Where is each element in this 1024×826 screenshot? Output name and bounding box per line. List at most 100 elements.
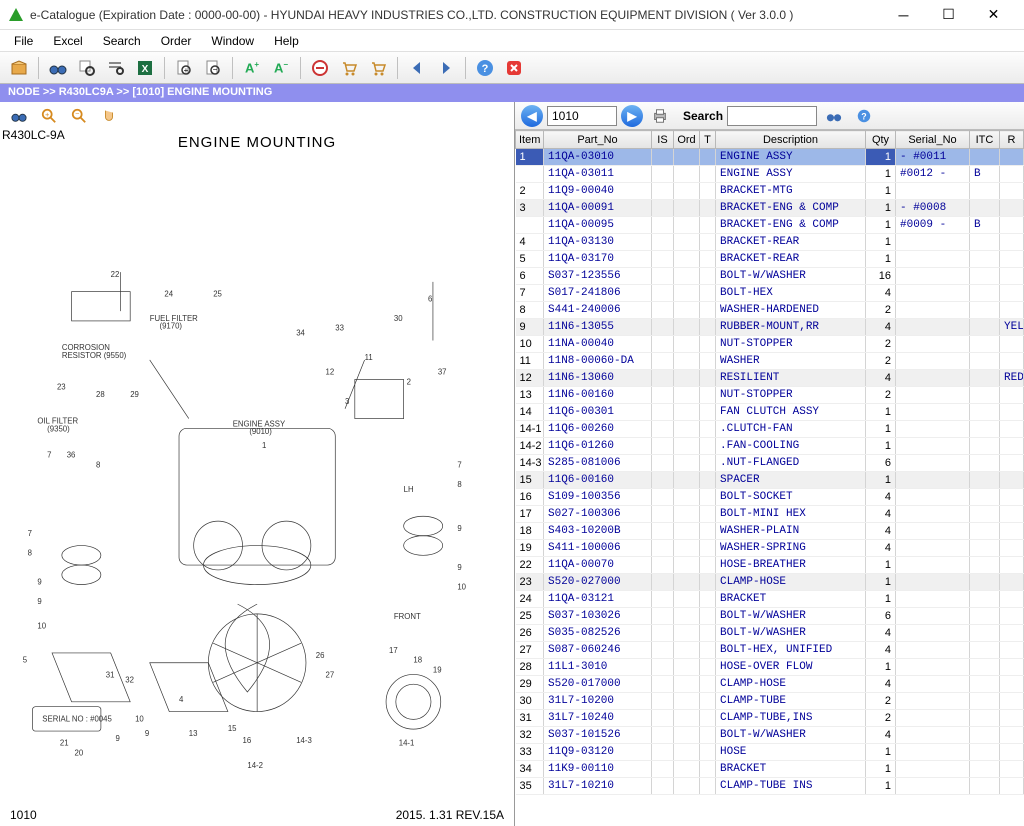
svg-text:LH: LH <box>403 485 413 494</box>
svg-text:+: + <box>184 66 189 75</box>
page-combo[interactable] <box>547 106 617 126</box>
table-row[interactable]: 19S411-100006WASHER-SPRING4 <box>516 540 1024 557</box>
diagram-area[interactable]: 222425 CORROSIONRESISTOR (9550) FUEL FIL… <box>0 151 514 804</box>
table-row[interactable]: 23S520-027000CLAMP-HOSE1 <box>516 574 1024 591</box>
table-row[interactable]: 14-211Q6-01260.FAN-COOLING1 <box>516 438 1024 455</box>
next-page-button[interactable]: ▶ <box>621 105 643 127</box>
svg-text:10: 10 <box>135 715 144 724</box>
table-row[interactable]: 3131L7-10240CLAMP-TUBE,INS2 <box>516 710 1024 727</box>
table-row[interactable]: 17S027-100306BOLT-MINI HEX4 <box>516 506 1024 523</box>
table-row[interactable]: 11QA-03011ENGINE ASSY1#0012 -B <box>516 166 1024 183</box>
table-row[interactable]: 14-3S285-081006.NUT-FLANGED6 <box>516 455 1024 472</box>
col-header-serial_no[interactable]: Serial_No <box>896 131 970 149</box>
search-input[interactable] <box>727 106 817 126</box>
binoculars-small-icon[interactable] <box>6 103 32 129</box>
table-row[interactable]: 911N6-13055RUBBER-MOUNT,RR4YELLO <box>516 319 1024 336</box>
table-row[interactable]: 2211QA-00070HOSE-BREATHER1 <box>516 557 1024 574</box>
table-row[interactable]: 3411K9-00110BRACKET1 <box>516 761 1024 778</box>
svg-text:28: 28 <box>96 390 105 399</box>
parts-help-icon[interactable]: ? <box>851 103 877 129</box>
font-increase-icon[interactable]: A+ <box>239 55 265 81</box>
minimize-button[interactable]: ─ <box>881 1 926 29</box>
table-row[interactable]: 2411QA-03121BRACKET1 <box>516 591 1024 608</box>
col-header-qty[interactable]: Qty <box>866 131 896 149</box>
print-icon[interactable] <box>647 103 673 129</box>
nav-prev-icon[interactable] <box>404 55 430 81</box>
excel-icon[interactable]: X <box>132 55 158 81</box>
help-icon[interactable]: ? <box>472 55 498 81</box>
col-header-item[interactable]: Item <box>516 131 544 149</box>
diagram-title: ENGINE MOUNTING <box>0 134 514 151</box>
col-header-t[interactable]: T <box>700 131 716 149</box>
table-row[interactable]: 111QA-03010ENGINE ASSY1 - #0011 <box>516 149 1024 166</box>
zoom-out-icon[interactable]: − <box>66 103 92 129</box>
menu-help[interactable]: Help <box>264 32 309 50</box>
pan-icon[interactable] <box>96 103 122 129</box>
model-search-icon[interactable] <box>74 55 100 81</box>
svg-text:33: 33 <box>335 324 344 333</box>
table-row[interactable]: 1111N8-00060-DAWASHER2 <box>516 353 1024 370</box>
menu-search[interactable]: Search <box>93 32 151 50</box>
cart-icon[interactable] <box>365 55 391 81</box>
table-row[interactable]: 511QA-03170BRACKET-REAR1 <box>516 251 1024 268</box>
zoom-in-doc-icon[interactable]: + <box>171 55 197 81</box>
svg-text:8: 8 <box>96 461 100 470</box>
col-header-ord[interactable]: Ord <box>674 131 700 149</box>
table-row[interactable]: 3531L7-10210CLAMP-TUBE INS1 <box>516 778 1024 795</box>
parts-table-wrap[interactable]: ItemPart_NoISOrdTDescriptionQtySerial_No… <box>515 130 1024 826</box>
binoculars-icon[interactable] <box>45 55 71 81</box>
zoom-in-icon[interactable]: + <box>36 103 62 129</box>
svg-text:21: 21 <box>60 739 69 748</box>
table-row[interactable]: 411QA-03130BRACKET-REAR1 <box>516 234 1024 251</box>
exit-icon[interactable] <box>501 55 527 81</box>
svg-text:20: 20 <box>74 749 83 758</box>
table-row[interactable]: 7S017-241806BOLT-HEX4 <box>516 285 1024 302</box>
col-header-r[interactable]: R <box>1000 131 1024 149</box>
table-row[interactable]: 3311Q9-03120HOSE1 <box>516 744 1024 761</box>
table-row[interactable]: 11QA-00095BRACKET-ENG & COMP1#0009 -B <box>516 217 1024 234</box>
table-row[interactable]: 1311N6-00160NUT-STOPPER2 <box>516 387 1024 404</box>
title-bar: e-Catalogue (Expiration Date : 0000-00-0… <box>0 0 1024 30</box>
menu-window[interactable]: Window <box>201 32 264 50</box>
col-header-itc[interactable]: ITC <box>970 131 1000 149</box>
prev-page-button[interactable]: ◀ <box>521 105 543 127</box>
close-button[interactable]: ✕ <box>971 1 1016 29</box>
svg-text:9: 9 <box>115 734 119 743</box>
diagram-pane: + − R430LC-9A ENGINE MOUNTING <box>0 102 515 826</box>
table-row[interactable]: 3031L7-10200CLAMP-TUBE2 <box>516 693 1024 710</box>
menu-file[interactable]: File <box>4 32 43 50</box>
table-row[interactable]: 6S037-123556BOLT-W/WASHER16 <box>516 268 1024 285</box>
table-row[interactable]: 211Q9-00040BRACKET-MTG1 <box>516 183 1024 200</box>
font-decrease-icon[interactable]: A− <box>268 55 294 81</box>
nav-next-icon[interactable] <box>433 55 459 81</box>
cart-add-icon[interactable] <box>336 55 362 81</box>
table-row[interactable]: 311QA-00091BRACKET-ENG & COMP1 - #0008 <box>516 200 1024 217</box>
svg-text:9: 9 <box>37 597 41 606</box>
table-row[interactable]: 26S035-082526BOLT-W/WASHER4 <box>516 625 1024 642</box>
table-row[interactable]: 2811L1-3010HOSE-OVER FLOW1 <box>516 659 1024 676</box>
table-row[interactable]: 14-111Q6-00260.CLUTCH-FAN1 <box>516 421 1024 438</box>
table-row[interactable]: 1011NA-00040NUT-STOPPER2 <box>516 336 1024 353</box>
table-row[interactable]: 25S037-103026BOLT-W/WASHER6 <box>516 608 1024 625</box>
col-header-is[interactable]: IS <box>652 131 674 149</box>
table-row[interactable]: 1211N6-13060RESILIENT4RED <box>516 370 1024 387</box>
table-row[interactable]: 32S037-101526BOLT-W/WASHER4 <box>516 727 1024 744</box>
table-row[interactable]: 18S403-10200BWASHER-PLAIN4 <box>516 523 1024 540</box>
list-search-icon[interactable] <box>103 55 129 81</box>
table-row[interactable]: 29S520-017000CLAMP-HOSE4 <box>516 676 1024 693</box>
col-header-description[interactable]: Description <box>716 131 866 149</box>
remove-icon[interactable] <box>307 55 333 81</box>
svg-text:4: 4 <box>179 695 184 704</box>
zoom-out-doc-icon[interactable]: − <box>200 55 226 81</box>
maximize-button[interactable]: ☐ <box>926 1 971 29</box>
col-header-part_no[interactable]: Part_No <box>544 131 652 149</box>
table-row[interactable]: 1511Q6-00160SPACER1 <box>516 472 1024 489</box>
menu-excel[interactable]: Excel <box>43 32 92 50</box>
menu-order[interactable]: Order <box>151 32 202 50</box>
table-row[interactable]: 27S087-060246BOLT-HEX, UNIFIED4 <box>516 642 1024 659</box>
table-row[interactable]: 1411Q6-00301FAN CLUTCH ASSY1 <box>516 404 1024 421</box>
table-row[interactable]: 8S441-240006WASHER-HARDENED2 <box>516 302 1024 319</box>
table-row[interactable]: 16S109-100356BOLT-SOCKET4 <box>516 489 1024 506</box>
search-binoculars-icon[interactable] <box>821 103 847 129</box>
box-icon[interactable] <box>6 55 32 81</box>
